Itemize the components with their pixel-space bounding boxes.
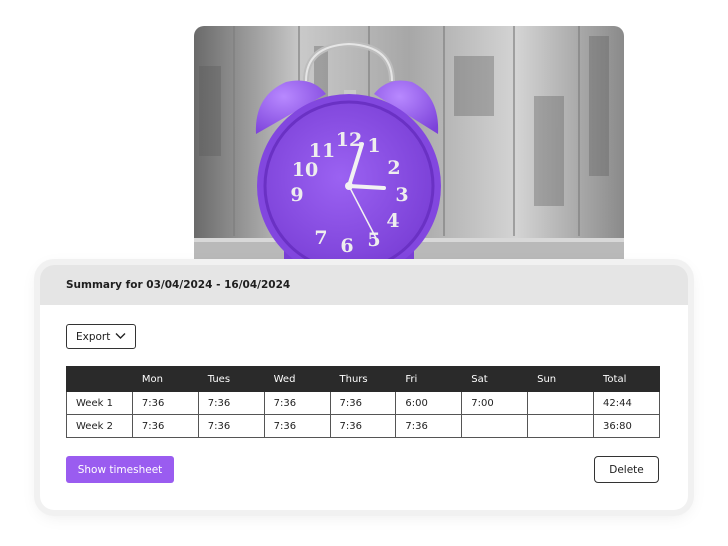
table-row: Week 2 7:36 7:36 7:36 7:36 7:36 36:80: [66, 414, 660, 438]
table-cell: [527, 391, 594, 415]
show-timesheet-button[interactable]: Show timesheet: [66, 456, 174, 483]
svg-text:3: 3: [395, 184, 408, 206]
column-header-fri: Fri: [395, 366, 463, 392]
table-cell: 7:36: [263, 414, 331, 438]
column-header-tues: Tues: [197, 366, 265, 392]
alarm-clock-photo: 12 1 2 3 4 5 6 7 9 10 11: [194, 26, 624, 288]
table-cell: 7:36: [197, 391, 265, 415]
svg-text:5: 5: [367, 229, 380, 251]
svg-text:6: 6: [340, 235, 353, 257]
row-label: Week 2: [66, 414, 133, 438]
column-header: [66, 366, 133, 392]
svg-text:10: 10: [292, 159, 318, 181]
svg-text:2: 2: [387, 157, 400, 179]
column-header-total: Total: [593, 366, 660, 392]
column-header-thurs: Thurs: [329, 366, 397, 392]
column-header-wed: Wed: [263, 366, 331, 392]
total-cell: 42:44: [593, 391, 660, 415]
table-cell: 7:36: [263, 391, 331, 415]
table-cell: 7:36: [131, 391, 199, 415]
svg-text:12: 12: [336, 129, 362, 151]
table-cell: [527, 414, 594, 438]
summary-header: Summary for 03/04/2024 - 16/04/2024: [40, 265, 688, 305]
table-header-row: Mon Tues Wed Thurs Fri Sat Sun Total: [66, 366, 660, 392]
svg-text:1: 1: [367, 135, 380, 157]
table-cell: 7:00: [461, 391, 529, 415]
timesheet-summary-card: Summary for 03/04/2024 - 16/04/2024 Expo…: [40, 265, 688, 510]
table-cell: 6:00: [395, 391, 463, 415]
svg-text:4: 4: [386, 210, 399, 232]
summary-title: Summary for 03/04/2024 - 16/04/2024: [66, 279, 291, 291]
total-cell: 36:80: [593, 414, 660, 438]
table-cell: 7:36: [197, 414, 265, 438]
column-header-sun: Sun: [527, 366, 594, 392]
svg-text:7: 7: [314, 227, 327, 249]
table-cell: 7:36: [131, 414, 199, 438]
delete-button[interactable]: Delete: [594, 456, 659, 483]
svg-text:11: 11: [309, 140, 335, 162]
export-dropdown[interactable]: Export: [66, 324, 136, 349]
table-cell: [461, 414, 529, 438]
table-row: Week 1 7:36 7:36 7:36 7:36 6:00 7:00 42:…: [66, 391, 660, 415]
row-label: Week 1: [66, 391, 133, 415]
chevron-down-icon: [115, 333, 126, 339]
column-header-sat: Sat: [461, 366, 529, 392]
svg-text:9: 9: [290, 184, 303, 206]
export-label: Export: [76, 330, 111, 343]
table-cell: 7:36: [329, 414, 397, 438]
timesheet-table: Mon Tues Wed Thurs Fri Sat Sun Total Wee…: [66, 366, 660, 438]
table-cell: 7:36: [329, 391, 397, 415]
table-cell: 7:36: [395, 414, 463, 438]
column-header-mon: Mon: [131, 366, 199, 392]
